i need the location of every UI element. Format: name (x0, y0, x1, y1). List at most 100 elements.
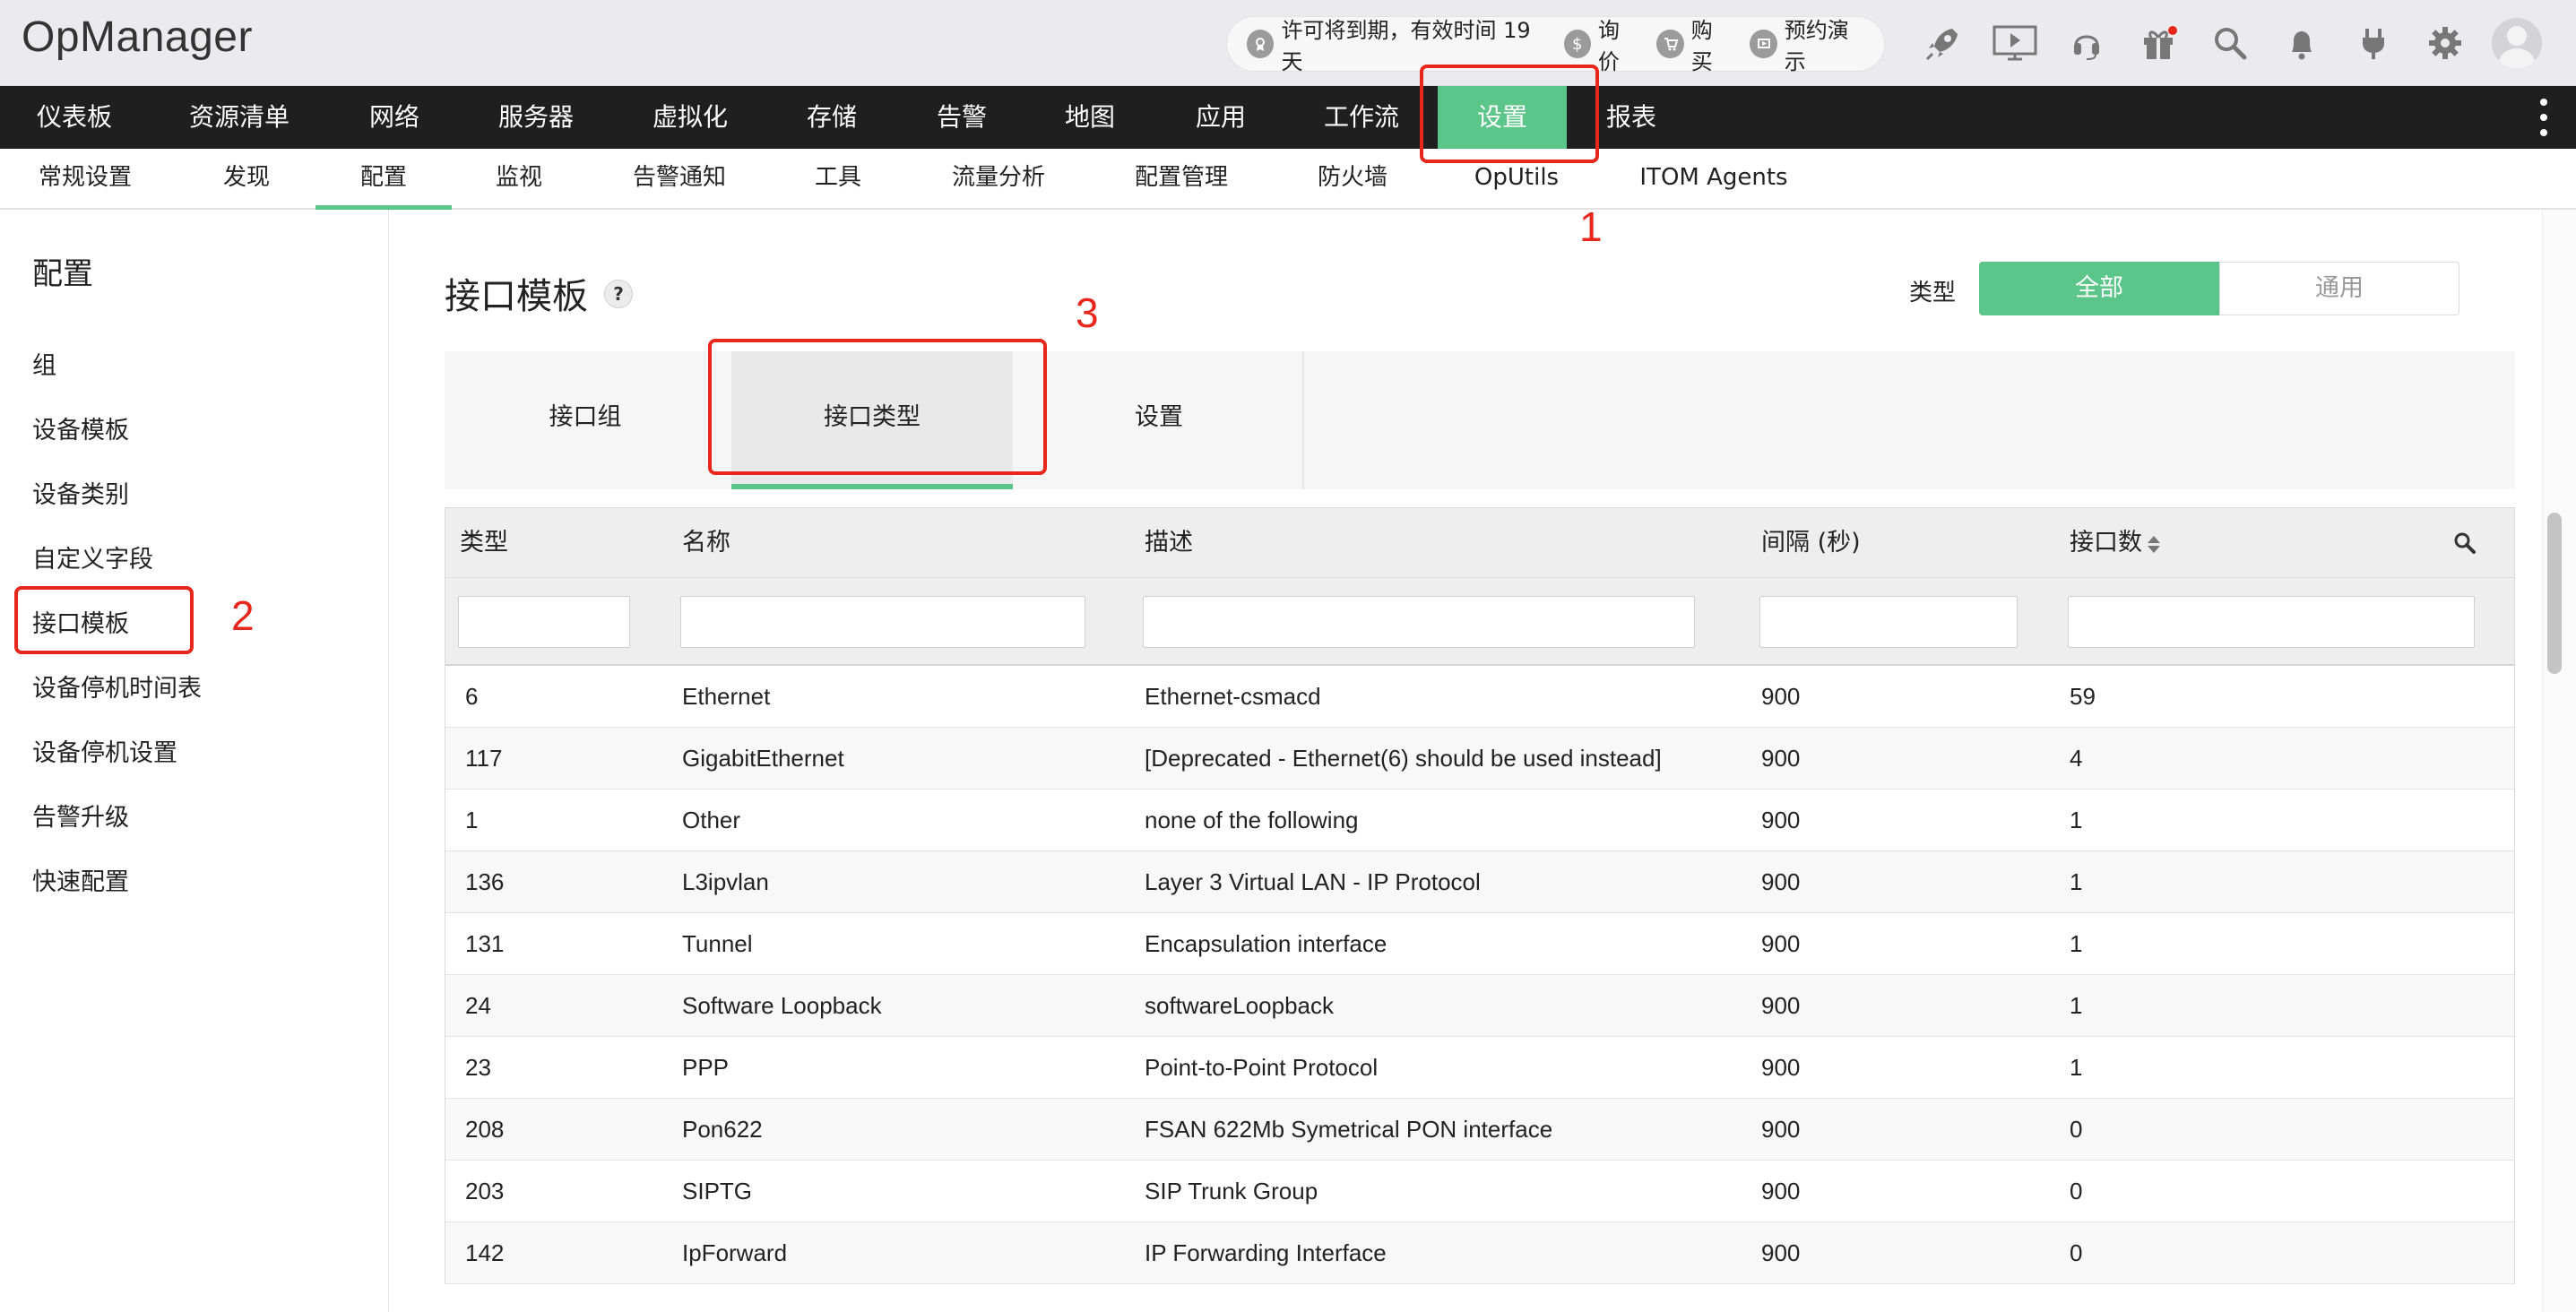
filter-interface-count-input[interactable] (2068, 596, 2475, 648)
search-icon[interactable] (2205, 18, 2255, 68)
table-search-icon[interactable] (2451, 530, 2478, 557)
page-scrollbar-thumb[interactable] (2547, 513, 2562, 674)
cell-description: none of the following (1145, 807, 1359, 833)
sort-icon[interactable] (2148, 534, 2160, 554)
annotation-box-settings-nav (1420, 65, 1599, 163)
col-header-type[interactable]: 类型 (460, 508, 508, 578)
sidebar-item-quick-config[interactable]: 快速配置 (32, 862, 129, 897)
cell-interface-count: 1 (2070, 992, 2083, 1019)
table-row[interactable]: 1 Other none of the following 900 1 (445, 790, 2514, 851)
cell-interface-count: 0 (2070, 1116, 2083, 1143)
cell-name[interactable]: IpForward (682, 1222, 787, 1284)
col-header-description[interactable]: 描述 (1145, 508, 1193, 578)
filter-description-input[interactable] (1143, 596, 1695, 648)
cell-interval: 900 (1761, 807, 1801, 833)
cell-name[interactable]: Other (682, 790, 740, 851)
subnav-monitoring[interactable]: 监视 (479, 149, 559, 210)
demo-link[interactable]: 预约演示 (1750, 13, 1866, 75)
table-row[interactable]: 142 IpForward IP Forwarding Interface 90… (445, 1222, 2514, 1284)
page-scrollbar-track[interactable] (2542, 210, 2576, 1312)
col-header-name[interactable]: 名称 (682, 508, 730, 578)
table-row[interactable]: 23 PPP Point-to-Point Protocol 900 1 (445, 1037, 2514, 1099)
cell-name[interactable]: GigabitEthernet (682, 728, 844, 790)
plug-icon[interactable] (2348, 18, 2399, 68)
filter-name-input[interactable] (680, 596, 1085, 648)
cell-interface-count: 1 (2070, 1054, 2083, 1081)
help-icon[interactable]: ? (604, 280, 633, 308)
cell-name[interactable]: Ethernet (682, 666, 770, 728)
subnav-config-management[interactable]: 配置管理 (1120, 149, 1242, 210)
cell-interval: 900 (1761, 868, 1801, 895)
cell-name[interactable]: L3ipvlan (682, 851, 769, 913)
subnav-discovery[interactable]: 发现 (206, 149, 287, 210)
nav-item-servers[interactable]: 服务器 (480, 86, 592, 149)
sidebar-item-alarm-escalation[interactable]: 告警升级 (32, 798, 129, 833)
type-general-toggle[interactable]: 通用 (2219, 262, 2459, 315)
subnav-configuration[interactable]: 配置 (316, 149, 452, 210)
cell-interface-count: 4 (2070, 745, 2083, 772)
subnav-itom-agents[interactable]: ITOM Agents (1638, 149, 1789, 210)
filter-type-input[interactable] (458, 596, 630, 648)
table-row[interactable]: 136 L3ipvlan Layer 3 Virtual LAN - IP Pr… (445, 851, 2514, 913)
table-row[interactable]: 131 Tunnel Encapsulation interface 900 1 (445, 913, 2514, 975)
subnav-general-settings[interactable]: 常规设置 (27, 149, 143, 210)
table-row[interactable]: 117 GigabitEthernet [Deprecated - Ethern… (445, 728, 2514, 790)
sidebar-item-groups[interactable]: 组 (32, 346, 56, 381)
col-header-interface-count[interactable]: 接口数 (2070, 508, 2160, 578)
cell-name[interactable]: SIPTG (682, 1161, 752, 1222)
table-row[interactable]: 6 Ethernet Ethernet-csmacd 900 59 (445, 666, 2514, 728)
cell-name[interactable]: Software Loopback (682, 975, 882, 1037)
cell-interface-count: 0 (2070, 1178, 2083, 1204)
buy-link[interactable]: 购买 (1656, 13, 1732, 75)
nav-item-inventory[interactable]: 资源清单 (170, 86, 308, 149)
cell-name[interactable]: Tunnel (682, 913, 753, 975)
cell-name[interactable]: PPP (682, 1037, 729, 1099)
subnav-tools[interactable]: 工具 (798, 149, 878, 210)
app-logo[interactable]: OpManager (22, 13, 253, 62)
nav-item-storage[interactable]: 存储 (780, 86, 884, 149)
cell-description: Point-to-Point Protocol (1145, 1054, 1379, 1081)
sidebar-item-custom-fields[interactable]: 自定义字段 (32, 539, 153, 574)
demo-label: 预约演示 (1784, 18, 1849, 74)
annotation-number-3: 3 (1076, 289, 1099, 336)
buy-label: 购买 (1690, 18, 1713, 74)
subnav-flow-analysis[interactable]: 流量分析 (938, 149, 1059, 210)
sidebar-item-downtime-settings[interactable]: 设备停机设置 (32, 733, 177, 768)
license-icon (1247, 30, 1275, 58)
cell-interface-count: 1 (2070, 807, 2083, 833)
cell-description: SIP Trunk Group (1145, 1178, 1318, 1204)
filter-interval-input[interactable] (1759, 596, 2018, 648)
subnav-alarm-notification[interactable]: 告警通知 (618, 149, 740, 210)
subnav-firewall[interactable]: 防火墙 (1303, 149, 1402, 210)
table-row[interactable]: 203 SIPTG SIP Trunk Group 900 0 (445, 1161, 2514, 1222)
nav-item-workflow[interactable]: 工作流 (1303, 86, 1420, 149)
col-header-interval[interactable]: 间隔 (秒) (1761, 508, 1861, 578)
nav-item-alarms[interactable]: 告警 (916, 86, 1007, 149)
bell-icon[interactable] (2277, 18, 2327, 68)
sub-nav: 常规设置 发现 配置 监视 告警通知 工具 流量分析 配置管理 防火墙 OpUt… (0, 149, 2576, 210)
tab-settings[interactable]: 设置 (1018, 351, 1300, 489)
nav-item-apps[interactable]: 应用 (1174, 86, 1267, 149)
nav-item-dashboard[interactable]: 仪表板 (0, 86, 149, 149)
type-all-toggle[interactable]: 全部 (1979, 262, 2219, 315)
sidebar-item-downtime-schedule[interactable]: 设备停机时间表 (32, 669, 202, 703)
more-menu-icon[interactable] (2540, 99, 2549, 136)
cell-name[interactable]: Pon622 (682, 1099, 763, 1161)
nav-item-network[interactable]: 网络 (341, 86, 448, 149)
table-row[interactable]: 208 Pon622 FSAN 622Mb Symetrical PON int… (445, 1099, 2514, 1161)
headset-icon[interactable] (2062, 18, 2112, 68)
gear-icon[interactable] (2420, 18, 2470, 68)
screen-play-icon[interactable] (1990, 18, 2040, 68)
cell-interface-count: 59 (2070, 683, 2096, 710)
nav-item-maps[interactable]: 地图 (1043, 86, 1137, 149)
annotation-number-2: 2 (231, 592, 255, 639)
user-avatar[interactable] (2492, 18, 2542, 68)
tab-interface-groups[interactable]: 接口组 (445, 351, 726, 489)
nav-item-virtualization[interactable]: 虚拟化 (635, 86, 746, 149)
sidebar-item-device-templates[interactable]: 设备模板 (32, 410, 129, 445)
cell-description: IP Forwarding Interface (1145, 1239, 1387, 1266)
gift-icon[interactable] (2133, 18, 2183, 68)
rocket-icon[interactable] (1918, 18, 1968, 68)
table-row[interactable]: 24 Software Loopback softwareLoopback 90… (445, 975, 2514, 1037)
sidebar-item-device-categories[interactable]: 设备类别 (32, 475, 129, 510)
